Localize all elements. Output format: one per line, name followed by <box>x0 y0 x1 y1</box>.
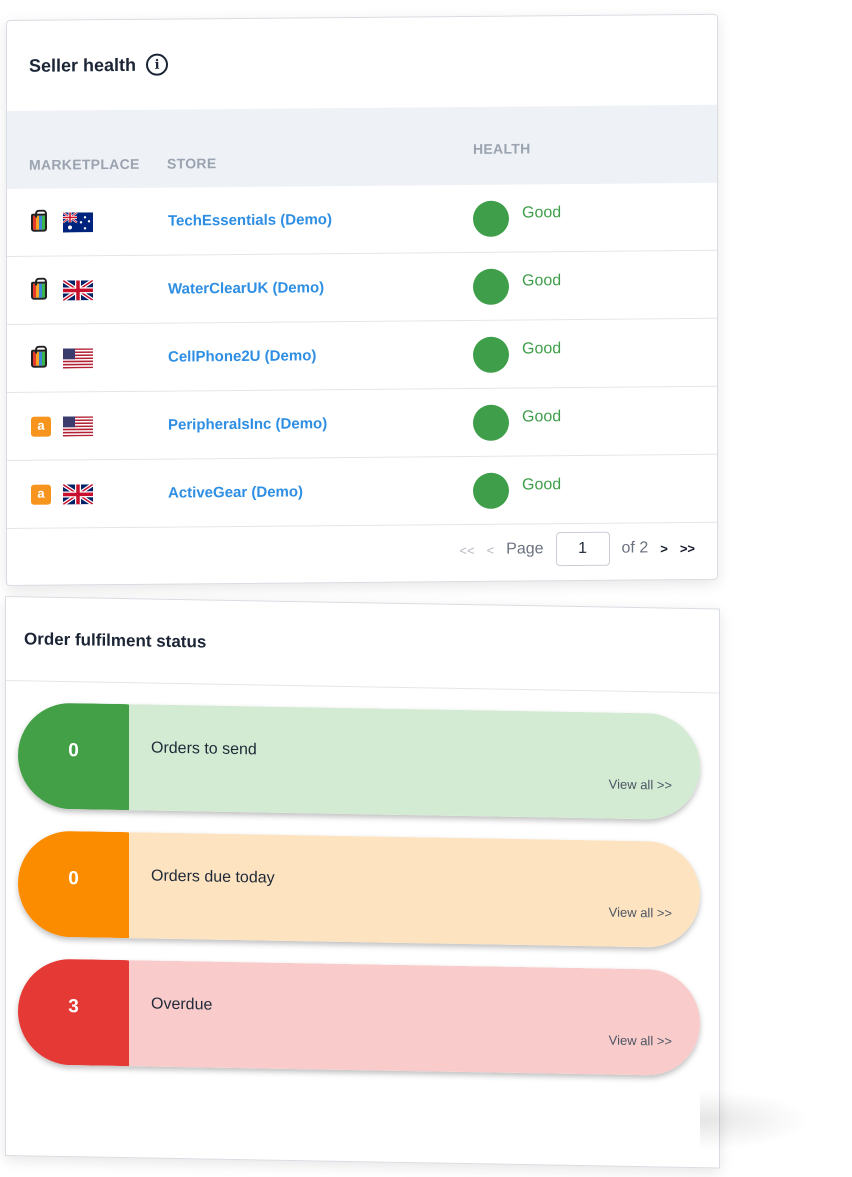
view-all-link[interactable]: View all >> <box>609 905 672 921</box>
us-flag-icon <box>63 415 93 437</box>
health-status-indicator <box>473 336 509 373</box>
drop-shadow <box>700 1090 810 1150</box>
table-row: CellPhone2U (Demo) Good <box>7 318 717 393</box>
seller-health-card: Seller health i MARKETPLACE STORE HEALTH <box>6 13 718 586</box>
seller-health-table: TechEssentials (Demo) Good WaterClearUK <box>7 182 717 529</box>
overdue-count: 3 <box>18 958 129 1067</box>
view-all-link[interactable]: View all >> <box>609 1033 672 1049</box>
seller-health-title: Seller health <box>29 54 137 76</box>
health-status-text: Good <box>522 339 562 357</box>
page-number-input[interactable] <box>555 531 610 567</box>
store-link[interactable]: CellPhone2U (Demo) <box>168 347 316 365</box>
orders-due-today-label: Orders due today <box>151 867 275 887</box>
table-row: a PeripheralsInc (Demo) Good <box>7 386 717 461</box>
health-status-text: Good <box>522 407 562 425</box>
table-row: TechEssentials (Demo) Good <box>7 182 717 257</box>
store-link[interactable]: PeripheralsInc (Demo) <box>168 415 327 433</box>
order-fulfilment-card: Order fulfilment status 0 Orders to send… <box>5 596 720 1169</box>
overdue-tile[interactable]: 3 Overdue View all >> <box>18 958 700 1077</box>
orders-to-send-count: 0 <box>18 702 129 811</box>
shopping-bag-icon <box>31 281 47 300</box>
page-count-label: of 2 <box>621 539 649 557</box>
order-fulfilment-title: Order fulfilment status <box>24 628 207 652</box>
next-page-button[interactable]: > <box>660 541 668 556</box>
column-header-health[interactable]: HEALTH <box>473 140 531 157</box>
table-row: WaterClearUK (Demo) Good <box>7 250 717 325</box>
orders-to-send-body: Orders to send View all >> <box>129 704 700 821</box>
orders-due-today-body: Orders due today View all >> <box>129 832 700 949</box>
health-status-indicator <box>473 404 509 441</box>
store-link[interactable]: TechEssentials (Demo) <box>168 211 332 229</box>
uk-flag-icon <box>63 483 93 505</box>
health-status-indicator <box>473 268 509 305</box>
column-header-store[interactable]: STORE <box>167 155 216 171</box>
table-header: MARKETPLACE STORE HEALTH <box>7 104 717 189</box>
view-all-link[interactable]: View all >> <box>609 777 672 793</box>
uk-flag-icon <box>63 279 93 301</box>
shopping-bag-icon <box>31 213 47 232</box>
store-link[interactable]: ActiveGear (Demo) <box>168 483 303 501</box>
health-status-indicator <box>473 472 509 509</box>
health-status-text: Good <box>522 475 562 493</box>
seller-health-header: Seller health i <box>7 15 717 111</box>
page-label: Page <box>506 540 544 558</box>
first-page-button[interactable]: << <box>459 542 474 557</box>
health-status-indicator <box>473 200 509 237</box>
previous-page-button[interactable]: < <box>487 542 495 557</box>
dashboard-stage: Seller health i MARKETPLACE STORE HEALTH <box>0 0 852 1177</box>
orders-to-send-label: Orders to send <box>151 739 257 759</box>
pagination: << < Page of 2 > >> <box>459 531 695 567</box>
column-header-marketplace[interactable]: MARKETPLACE <box>29 156 140 173</box>
info-icon[interactable]: i <box>146 53 169 76</box>
orders-due-today-count: 0 <box>18 830 129 939</box>
amazon-icon: a <box>31 484 51 505</box>
australia-flag-icon <box>63 211 93 233</box>
last-page-button[interactable]: >> <box>680 540 695 555</box>
health-status-text: Good <box>522 271 562 289</box>
overdue-body: Overdue View all >> <box>129 960 700 1077</box>
health-status-text: Good <box>522 203 562 221</box>
order-fulfilment-header: Order fulfilment status <box>6 597 719 694</box>
overdue-label: Overdue <box>151 995 213 1014</box>
shopping-bag-icon <box>31 349 47 368</box>
amazon-icon: a <box>31 416 51 437</box>
us-flag-icon <box>63 347 93 369</box>
orders-due-today-tile[interactable]: 0 Orders due today View all >> <box>18 830 700 949</box>
store-link[interactable]: WaterClearUK (Demo) <box>168 279 324 297</box>
table-row: a ActiveGear (Demo) Good <box>7 454 717 529</box>
orders-to-send-tile[interactable]: 0 Orders to send View all >> <box>18 702 700 821</box>
